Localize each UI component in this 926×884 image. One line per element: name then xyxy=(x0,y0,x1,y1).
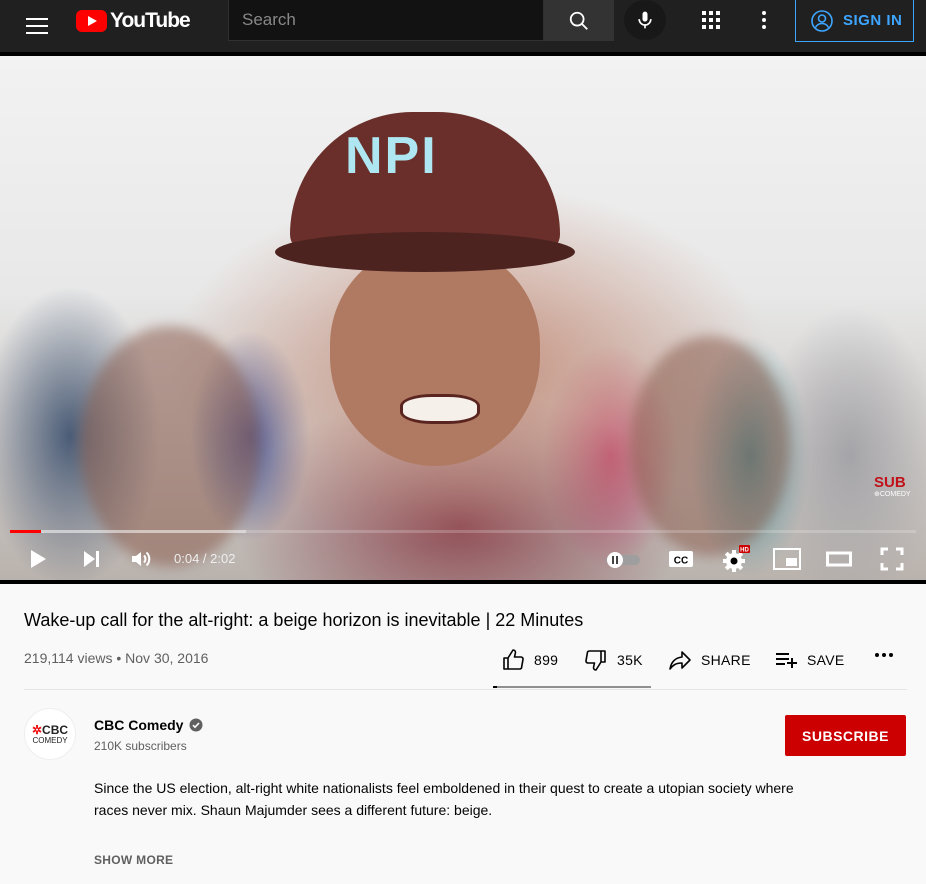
voice-search-button[interactable] xyxy=(624,0,666,40)
like-count: 899 xyxy=(534,652,559,668)
youtube-play-icon xyxy=(76,10,107,32)
like-dislike-ratio-bar xyxy=(493,686,651,688)
watermark-line1: SUB xyxy=(874,474,906,491)
logo-wordmark: YouTube xyxy=(110,9,191,32)
thumbs-up-icon xyxy=(503,649,524,670)
play-button[interactable] xyxy=(22,544,52,574)
settings-button[interactable]: HD xyxy=(718,544,752,574)
miniplayer-button[interactable] xyxy=(772,544,802,574)
thumbs-down-icon xyxy=(585,650,606,671)
subscribe-button[interactable]: SUBSCRIBE xyxy=(785,715,906,756)
verified-check-icon xyxy=(189,718,203,732)
like-button[interactable]: 899 xyxy=(501,648,558,672)
presenter-mouth xyxy=(400,394,480,424)
theater-mode-icon xyxy=(826,551,852,567)
youtube-logo[interactable]: YouTube xyxy=(76,9,191,32)
video-player[interactable]: NPI SUB ⊕COMEDY 0:04 / 2:02 CC HD xyxy=(0,52,926,584)
autoplay-toggle[interactable] xyxy=(603,544,643,574)
skip-next-icon xyxy=(84,551,99,567)
meta-separator: • xyxy=(116,650,122,666)
progress-bar[interactable] xyxy=(10,530,916,533)
buffer-fill xyxy=(10,530,246,533)
dislike-button[interactable]: 35K xyxy=(584,648,643,672)
mute-button[interactable] xyxy=(126,544,156,574)
subscriber-count: 210K subscribers xyxy=(94,739,187,753)
avatar-line2: COMEDY xyxy=(32,735,68,745)
video-title: Wake-up call for the alt-right: a beige … xyxy=(24,610,584,630)
save-button[interactable]: SAVE xyxy=(774,648,845,672)
video-description: Since the US election, alt-right white n… xyxy=(94,780,794,818)
player-controls: 0:04 / 2:02 CC HD xyxy=(0,536,926,582)
hd-badge: HD xyxy=(740,548,749,554)
hamburger-menu-icon[interactable] xyxy=(22,11,52,41)
search-input[interactable] xyxy=(229,0,543,40)
masthead: YouTube SIGN IN xyxy=(0,0,926,52)
video-actions: 899 35K SHARE SAVE xyxy=(495,640,915,680)
cbc-gem-icon: ✲ xyxy=(31,722,43,737)
sign-in-label: SIGN IN xyxy=(843,12,903,29)
show-more-button[interactable]: SHOW MORE xyxy=(94,853,173,867)
playlist-add-icon xyxy=(776,653,797,668)
blurred-hand-right xyxy=(630,336,790,556)
video-meta: 219,114 views • Nov 30, 2016 xyxy=(24,650,208,666)
miniplayer-icon xyxy=(773,548,801,570)
subtitles-button[interactable]: CC xyxy=(666,544,696,574)
closed-captions-icon: CC xyxy=(669,551,693,567)
section-divider xyxy=(24,689,907,690)
search-icon xyxy=(569,11,588,30)
presenter-face xyxy=(330,246,540,466)
avatar-line1: CBC xyxy=(42,722,69,737)
horizontal-dots-icon xyxy=(875,653,893,657)
account-circle-icon xyxy=(811,9,833,32)
fullscreen-button[interactable] xyxy=(877,544,907,574)
watermark-line2: ⊕COMEDY xyxy=(874,491,911,498)
settings-menu-button[interactable] xyxy=(752,8,776,32)
search-box xyxy=(228,0,544,41)
apps-button[interactable] xyxy=(699,8,723,32)
vertical-dots-icon xyxy=(762,11,766,29)
time-display: 0:04 / 2:02 xyxy=(174,551,236,566)
apps-grid-icon xyxy=(702,11,720,29)
share-arrow-icon xyxy=(669,651,691,670)
view-count: 219,114 views xyxy=(24,650,113,666)
play-icon xyxy=(31,550,46,568)
volume-icon xyxy=(132,551,151,567)
save-label: SAVE xyxy=(807,652,845,668)
upload-date: Nov 30, 2016 xyxy=(125,650,209,666)
next-button[interactable] xyxy=(76,544,106,574)
cap-brim xyxy=(275,232,575,272)
avatar-cbc-line: ✲CBC xyxy=(32,724,68,736)
share-button[interactable]: SHARE xyxy=(668,648,751,672)
microphone-icon xyxy=(638,11,652,29)
search-button[interactable] xyxy=(544,0,614,41)
theater-mode-button[interactable] xyxy=(824,544,854,574)
dislike-count: 35K xyxy=(617,652,643,668)
svg-text:CC: CC xyxy=(674,556,688,567)
gear-icon: HD xyxy=(723,545,750,572)
cap-lettering: NPI xyxy=(345,127,438,185)
video-frame: NPI SUB ⊕COMEDY xyxy=(0,56,926,580)
like-ratio-fill xyxy=(493,686,497,688)
autoplay-toggle-icon xyxy=(606,552,640,568)
channel-name-link[interactable]: CBC Comedy xyxy=(94,717,203,733)
channel-avatar[interactable]: ✲CBC COMEDY xyxy=(24,708,76,760)
channel-watermark: SUB ⊕COMEDY xyxy=(874,474,911,500)
played-fill xyxy=(10,530,41,533)
channel-name: CBC Comedy xyxy=(94,717,184,733)
more-actions-button[interactable] xyxy=(874,652,894,658)
sign-in-button[interactable]: SIGN IN xyxy=(795,0,914,42)
share-label: SHARE xyxy=(701,652,751,668)
fullscreen-icon xyxy=(880,547,904,571)
